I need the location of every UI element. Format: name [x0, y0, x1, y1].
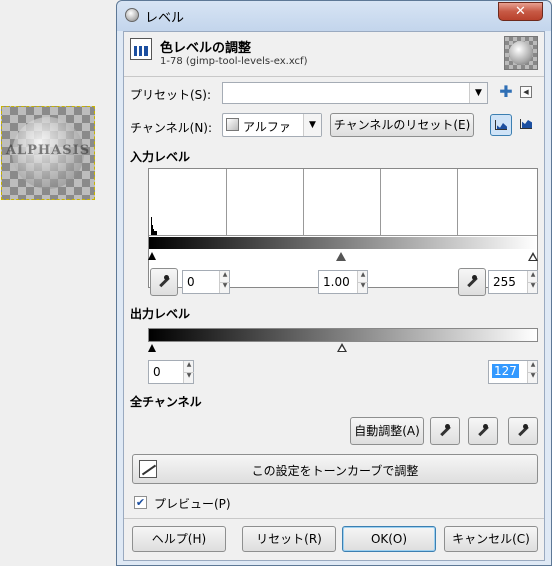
output-low-value: 0	[153, 365, 161, 379]
output-levels-title: 出力レベル	[130, 307, 191, 321]
edit-as-curves-label: この設定をトーンカーブで調整	[251, 464, 419, 478]
input-gradient-bar	[149, 237, 537, 249]
canvas-logo-text: ALPHASIS	[5, 143, 91, 158]
output-gradient-bar	[148, 328, 538, 342]
footer-separator	[124, 518, 544, 519]
log-histogram-icon	[520, 119, 532, 129]
input-low-value: 0	[187, 275, 195, 289]
pick-white-button[interactable]	[508, 417, 538, 445]
auto-adjust-button[interactable]: 自動調整(A)	[350, 417, 424, 445]
input-high-spinbox[interactable]: 255 ▲ ▼	[488, 270, 538, 294]
input-low-handle[interactable]	[148, 252, 156, 260]
eyedropper-icon	[158, 275, 170, 288]
channel-combo[interactable]: アルファ ▼	[222, 113, 322, 137]
chevron-down-icon[interactable]: ▼	[303, 114, 321, 136]
spin-arrows[interactable]: ▲ ▼	[219, 271, 230, 293]
spin-arrows[interactable]: ▲ ▼	[183, 361, 194, 383]
pick-black-button[interactable]	[430, 417, 460, 445]
header-separator	[124, 76, 544, 77]
spin-arrows[interactable]: ▲ ▼	[527, 271, 538, 293]
eyedropper-icon	[517, 424, 529, 437]
channel-icon	[226, 118, 239, 131]
output-slider-track[interactable]	[148, 342, 538, 354]
layer-thumbnail	[504, 36, 538, 70]
output-low-handle[interactable]	[148, 344, 156, 352]
image-canvas-area: ALPHASIS	[0, 0, 116, 566]
channel-label: チャンネル(N):	[130, 121, 213, 135]
help-button[interactable]: ヘルプ(H)	[132, 526, 226, 552]
linear-histogram-icon	[495, 120, 507, 130]
output-high-value: 127	[492, 364, 519, 378]
dialog-content: 色レベルの調整 1-78 (gimp-tool-levels-ex.xcf) プ…	[123, 31, 545, 561]
output-low-spinbox[interactable]: 0 ▲ ▼	[148, 360, 194, 384]
dialog-heading: 色レベルの調整	[160, 41, 252, 56]
dialog-subtitle: 1-78 (gimp-tool-levels-ex.xcf)	[160, 56, 308, 67]
input-gamma-value: 1.00	[323, 275, 350, 289]
levels-dialog: レベル ✕ 色レベルの調整 1-78 (gimp-tool-levels-ex.…	[116, 0, 552, 566]
preview-label: プレビュー(P)	[154, 497, 231, 511]
gimp-icon	[125, 8, 139, 22]
output-high-spinbox[interactable]: 127 ▲ ▼	[488, 360, 538, 384]
all-channels-title: 全チャンネル	[130, 395, 202, 409]
eyedropper-icon	[439, 424, 451, 437]
output-high-handle[interactable]	[337, 343, 347, 352]
title-bar[interactable]: レベル ✕	[117, 1, 551, 31]
ok-button[interactable]: OK(O)	[342, 526, 436, 552]
eyedropper-icon	[477, 424, 489, 437]
window-title: レベル	[145, 11, 185, 26]
channel-value: アルファ	[243, 120, 291, 134]
eyedropper-icon	[466, 275, 478, 288]
pick-gray-button[interactable]	[468, 417, 498, 445]
cancel-button[interactable]: キャンセル(C)	[444, 526, 538, 552]
preview-checkbox[interactable]: ✔	[134, 496, 147, 509]
input-high-value: 255	[493, 275, 516, 289]
input-high-handle[interactable]	[528, 252, 538, 261]
spin-arrows[interactable]: ▲ ▼	[357, 271, 368, 293]
histogram-bar	[154, 231, 157, 235]
input-gamma-handle[interactable]	[336, 252, 346, 261]
close-button[interactable]: ✕	[498, 2, 543, 21]
spin-arrows[interactable]: ▲ ▼	[527, 361, 538, 383]
canvas-image-preview: ALPHASIS	[1, 106, 95, 200]
levels-icon	[130, 38, 152, 60]
input-low-spinbox[interactable]: 0 ▲ ▼	[182, 270, 230, 294]
preset-label: プリセット(S):	[130, 88, 212, 102]
add-preset-icon[interactable]: ✚	[498, 84, 514, 100]
linear-histogram-button[interactable]	[490, 114, 512, 136]
pick-black-point-button[interactable]	[150, 268, 178, 296]
input-slider-track[interactable]	[148, 249, 538, 263]
edit-as-curves-button[interactable]: この設定をトーンカーブで調整	[132, 454, 538, 484]
reset-button[interactable]: リセット(R)	[242, 526, 336, 552]
input-levels-title: 入力レベル	[130, 150, 191, 164]
chevron-down-icon[interactable]: ▼	[469, 83, 487, 103]
preset-combo[interactable]: ▼	[222, 82, 488, 104]
input-gamma-spinbox[interactable]: 1.00 ▲ ▼	[318, 270, 368, 294]
preset-menu-icon[interactable]: ◀	[520, 86, 532, 98]
pick-white-point-button[interactable]	[458, 268, 486, 296]
channel-reset-button[interactable]: チャンネルのリセット(E)	[330, 113, 474, 137]
log-histogram-button[interactable]	[518, 116, 536, 134]
